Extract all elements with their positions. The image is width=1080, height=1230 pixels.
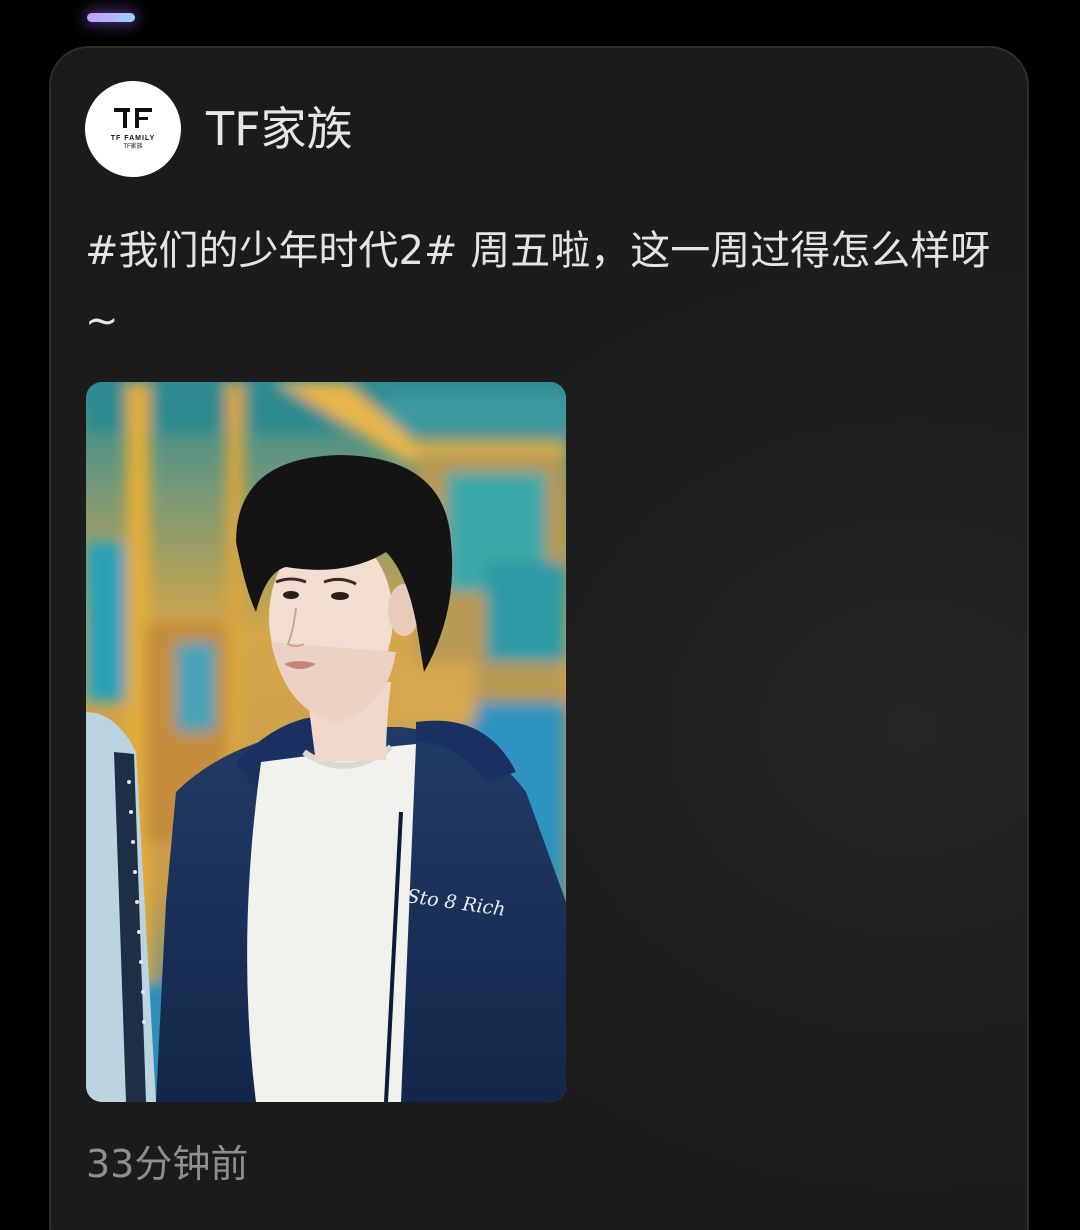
tf-family-logo-icon bbox=[114, 108, 152, 128]
post-photo-illustration: Sto 8 Rich bbox=[86, 382, 566, 1102]
post-card[interactable]: TF FAMILY TF家族 TF家族 #我们的少年时代2# 周五啦，这一周过得… bbox=[49, 46, 1029, 1230]
screen: TF FAMILY TF家族 TF家族 #我们的少年时代2# 周五啦，这一周过得… bbox=[0, 0, 1080, 1230]
post-photo[interactable]: Sto 8 Rich bbox=[86, 382, 566, 1102]
account-name[interactable]: TF家族 bbox=[206, 106, 353, 152]
avatar[interactable]: TF FAMILY TF家族 bbox=[85, 81, 181, 177]
avatar-logo-subtext: TF家族 bbox=[123, 144, 143, 150]
avatar-logo-text: TF FAMILY bbox=[110, 135, 156, 142]
post-timestamp: 33分钟前 bbox=[86, 1142, 249, 1186]
post-text: #我们的少年时代2# 周五啦，这一周过得怎么样呀 ~ bbox=[85, 228, 991, 344]
top-indicator bbox=[87, 13, 135, 22]
post-header: TF FAMILY TF家族 TF家族 bbox=[85, 81, 353, 177]
